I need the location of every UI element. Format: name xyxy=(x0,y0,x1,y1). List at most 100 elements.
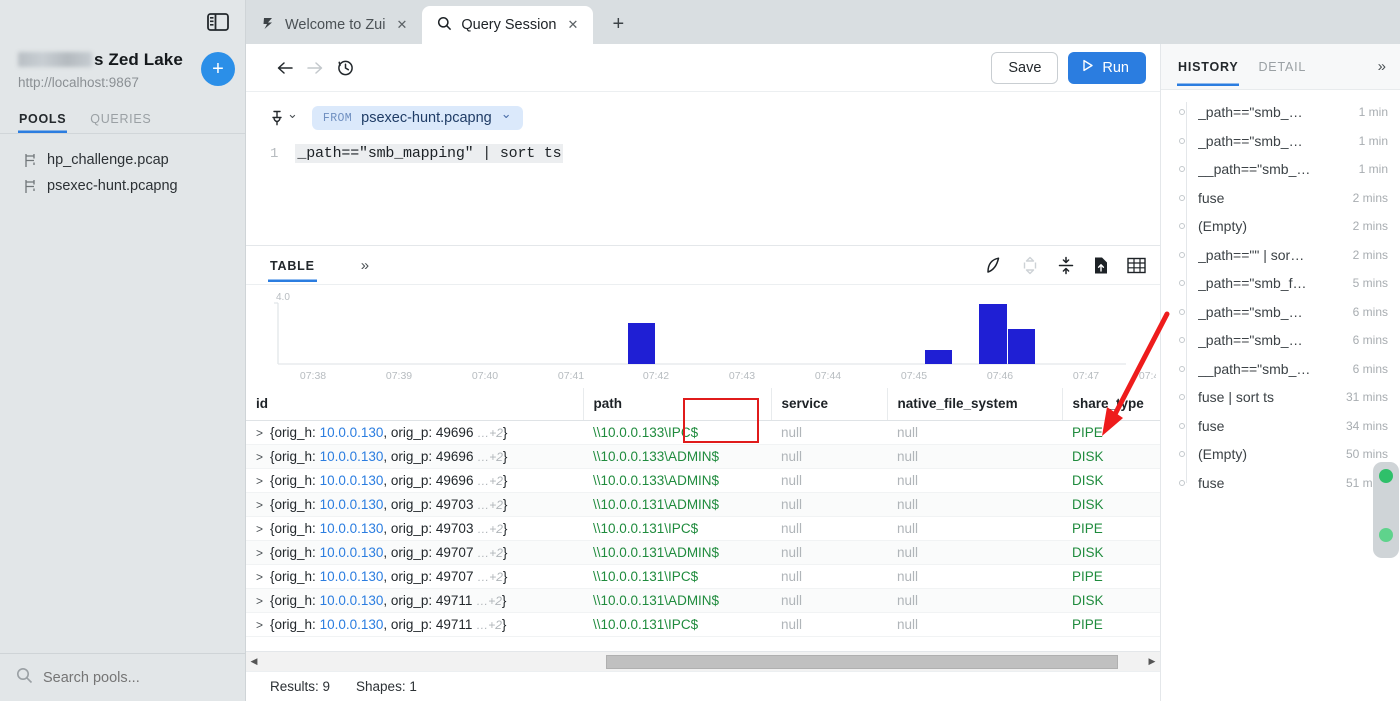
scroll-thumb[interactable] xyxy=(605,654,1118,669)
save-button[interactable]: Save xyxy=(991,51,1059,84)
split-vertical-icon[interactable] xyxy=(1057,256,1075,275)
row-expand-caret-icon[interactable]: > xyxy=(256,498,263,512)
search-pools-field[interactable] xyxy=(0,653,245,701)
cell-id[interactable]: > {orig_h: 10.0.0.130, orig_p: 49696 …+2} xyxy=(246,444,583,469)
cell-service[interactable]: null xyxy=(771,540,887,565)
history-item[interactable]: _path=="smb_… 1 min xyxy=(1161,127,1400,156)
history-item[interactable]: __path=="smb_… 1 min xyxy=(1161,155,1400,184)
row-expand-caret-icon[interactable]: > xyxy=(256,546,263,560)
column-header-service[interactable]: service xyxy=(771,388,888,421)
cell-native-file-system[interactable]: null xyxy=(887,444,1062,469)
cell-share-type[interactable]: PIPE xyxy=(1062,420,1160,445)
cell-native-file-system[interactable]: null xyxy=(887,612,1062,637)
cell-id[interactable]: > {orig_h: 10.0.0.130, orig_p: 49711 …+2} xyxy=(246,612,583,637)
table-row[interactable]: > {orig_h: 10.0.0.130, orig_p: 49711 …+2}… xyxy=(246,612,1160,637)
row-expand-caret-icon[interactable]: > xyxy=(256,618,263,632)
history-item[interactable]: _path=="" | sor… 2 mins xyxy=(1161,241,1400,270)
tab-table[interactable]: TABLE xyxy=(268,249,317,282)
clock-history-icon[interactable] xyxy=(330,53,360,83)
cell-id[interactable]: > {orig_h: 10.0.0.130, orig_p: 49707 …+2} xyxy=(246,564,583,589)
scroll-left-arrow-icon[interactable]: ◀ xyxy=(246,656,262,667)
cell-path[interactable]: \\10.0.0.131\IPC$ xyxy=(583,612,771,637)
row-expand-caret-icon[interactable]: > xyxy=(256,426,263,440)
history-item[interactable]: _path=="smb_f… 5 mins xyxy=(1161,269,1400,298)
cell-service[interactable]: null xyxy=(771,468,887,493)
cell-share-type[interactable]: DISK xyxy=(1062,540,1160,565)
tab-pools[interactable]: POOLS xyxy=(18,108,67,133)
column-header-id[interactable]: id xyxy=(246,388,584,421)
history-item[interactable]: fuse 2 mins xyxy=(1161,184,1400,213)
row-expand-caret-icon[interactable]: > xyxy=(256,522,263,536)
cell-service[interactable]: null xyxy=(771,492,887,517)
tab-queries[interactable]: QUERIES xyxy=(89,108,152,133)
cell-share-type[interactable]: DISK xyxy=(1062,468,1160,493)
cell-id[interactable]: > {orig_h: 10.0.0.130, orig_p: 49711 …+2} xyxy=(246,588,583,613)
from-pool-pill[interactable]: FROM psexec-hunt.pcapng ⌄ xyxy=(311,106,523,130)
cell-id[interactable]: > {orig_h: 10.0.0.130, orig_p: 49703 …+2} xyxy=(246,516,583,541)
row-expand-caret-icon[interactable]: > xyxy=(256,450,263,464)
cell-share-type[interactable]: PIPE xyxy=(1062,516,1160,541)
cell-path[interactable]: \\10.0.0.131\ADMIN$ xyxy=(583,588,771,613)
cell-id[interactable]: > {orig_h: 10.0.0.130, orig_p: 49696 …+2} xyxy=(246,468,583,493)
horizontal-scrollbar[interactable]: ◀ ▶ xyxy=(246,651,1160,671)
cell-native-file-system[interactable]: null xyxy=(887,468,1062,493)
cell-service[interactable]: null xyxy=(771,420,887,445)
tab-welcome-to-zui[interactable]: Welcome to Zui ✕ xyxy=(246,6,422,44)
tab-detail[interactable]: DETAIL xyxy=(1257,47,1307,86)
row-expand-caret-icon[interactable]: > xyxy=(256,474,263,488)
history-item[interactable]: _path=="smb_… 1 min xyxy=(1161,98,1400,127)
cell-native-file-system[interactable]: null xyxy=(887,564,1062,589)
table-row[interactable]: > {orig_h: 10.0.0.130, orig_p: 49711 …+2}… xyxy=(246,588,1160,613)
time-histogram-chart[interactable]: 4.0 07:38 07:39 07:40 07:41 07:42 07:43 xyxy=(246,285,1160,388)
cell-native-file-system[interactable]: null xyxy=(887,492,1062,517)
table-row[interactable]: > {orig_h: 10.0.0.130, orig_p: 49696 …+2}… xyxy=(246,468,1160,493)
column-header-share-type[interactable]: share_type xyxy=(1062,388,1160,421)
tab-close-icon[interactable]: ✕ xyxy=(565,17,580,33)
table-row[interactable]: > {orig_h: 10.0.0.130, orig_p: 49707 …+2}… xyxy=(246,564,1160,589)
new-tab-button[interactable]: + xyxy=(601,7,635,41)
pool-item-hp-challenge[interactable]: hp_challenge.pcap xyxy=(0,147,245,173)
history-item[interactable]: (Empty) 2 mins xyxy=(1161,212,1400,241)
cell-service[interactable]: null xyxy=(771,564,887,589)
row-expand-caret-icon[interactable]: > xyxy=(256,594,263,608)
export-file-icon[interactable] xyxy=(1093,256,1109,275)
table-row[interactable]: > {orig_h: 10.0.0.130, orig_p: 49696 …+2}… xyxy=(246,420,1160,445)
cell-path[interactable]: \\10.0.0.131\IPC$ xyxy=(583,564,771,589)
column-header-native-file-system[interactable]: native_file_system xyxy=(887,388,1063,421)
cell-native-file-system[interactable]: null xyxy=(887,588,1062,613)
cell-path[interactable]: \\10.0.0.131\IPC$ xyxy=(583,516,771,541)
cell-service[interactable]: null xyxy=(771,516,887,541)
table-row[interactable]: > {orig_h: 10.0.0.130, orig_p: 49707 …+2}… xyxy=(246,540,1160,565)
table-row[interactable]: > {orig_h: 10.0.0.130, orig_p: 49696 …+2}… xyxy=(246,444,1160,469)
cell-path[interactable]: \\10.0.0.131\ADMIN$ xyxy=(583,540,771,565)
run-button[interactable]: Run xyxy=(1068,51,1146,84)
cell-id[interactable]: > {orig_h: 10.0.0.130, orig_p: 49707 …+2} xyxy=(246,540,583,565)
search-pools-input[interactable] xyxy=(43,669,213,686)
cell-share-type[interactable]: PIPE xyxy=(1062,612,1160,637)
tab-query-session[interactable]: Query Session ✕ xyxy=(422,6,594,44)
cell-service[interactable]: null xyxy=(771,588,887,613)
table-view-icon[interactable] xyxy=(1127,257,1146,274)
cell-share-type[interactable]: DISK xyxy=(1062,588,1160,613)
history-item[interactable]: fuse | sort ts 31 mins xyxy=(1161,383,1400,412)
history-item[interactable]: _path=="smb_… 6 mins xyxy=(1161,298,1400,327)
cell-share-type[interactable]: DISK xyxy=(1062,492,1160,517)
cell-share-type[interactable]: PIPE xyxy=(1062,564,1160,589)
cell-id[interactable]: > {orig_h: 10.0.0.130, orig_p: 49703 …+2} xyxy=(246,492,583,517)
cell-native-file-system[interactable]: null xyxy=(887,516,1062,541)
pin-icon[interactable]: ⌄ xyxy=(270,106,298,126)
tab-close-icon[interactable]: ✕ xyxy=(394,17,409,33)
scroll-track[interactable] xyxy=(262,654,1144,669)
scroll-right-arrow-icon[interactable]: ▶ xyxy=(1144,656,1160,667)
table-row[interactable]: > {orig_h: 10.0.0.130, orig_p: 49703 …+2}… xyxy=(246,516,1160,541)
cell-share-type[interactable]: DISK xyxy=(1062,444,1160,469)
expand-collapse-icon[interactable] xyxy=(1021,256,1039,275)
column-header-path[interactable]: path xyxy=(583,388,772,421)
scroll-position-overlay[interactable] xyxy=(1373,462,1399,558)
query-text[interactable]: _path=="smb_mapping" | sort ts xyxy=(295,144,564,163)
cell-native-file-system[interactable]: null xyxy=(887,420,1062,445)
cell-path[interactable]: \\10.0.0.133\IPC$ xyxy=(583,420,771,445)
chevron-double-right-icon[interactable]: » xyxy=(361,257,369,274)
chevron-down-icon[interactable]: ⌄ xyxy=(501,106,512,122)
history-item[interactable]: (Empty) 50 mins xyxy=(1161,440,1400,469)
